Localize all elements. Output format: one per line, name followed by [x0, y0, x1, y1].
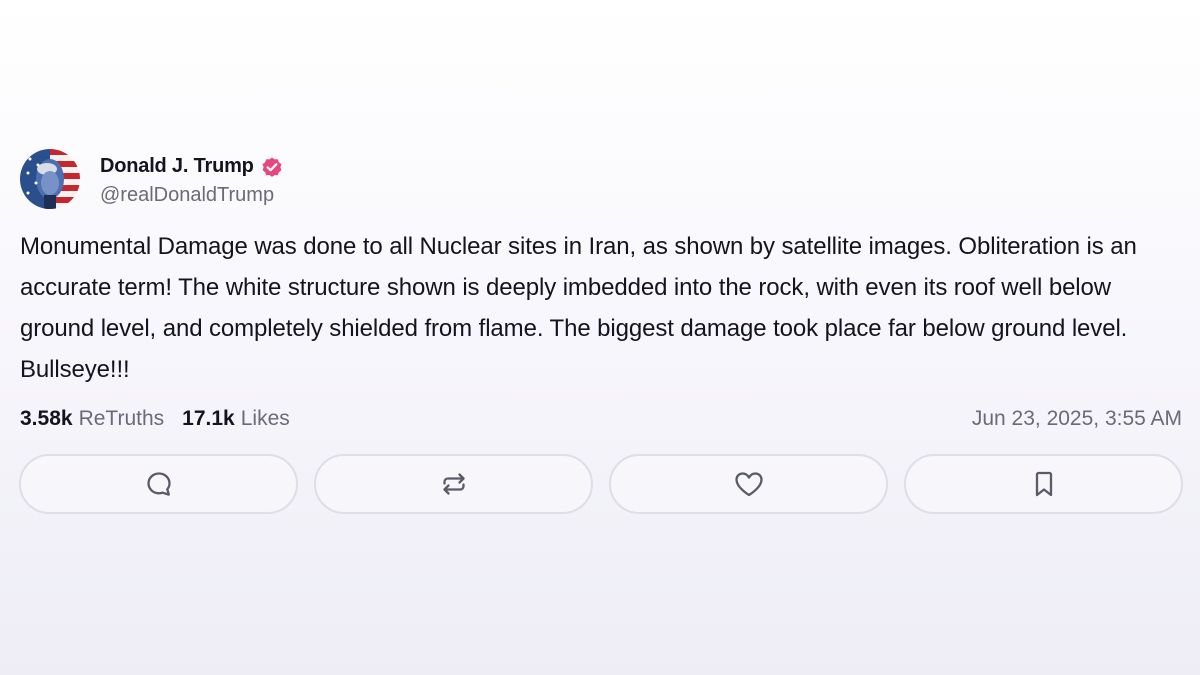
- likes-stat[interactable]: 17.1k Likes: [182, 407, 290, 431]
- repost-icon: [442, 473, 465, 495]
- name-row: Donald J. Trump: [100, 152, 284, 182]
- avatar-image: [20, 149, 80, 209]
- reply-button[interactable]: [19, 454, 298, 514]
- post-header: Donald J. Trump @realDonaldTrump: [20, 148, 1182, 210]
- avatar[interactable]: [20, 149, 80, 209]
- verified-badge-icon: [260, 155, 284, 179]
- author-info: Donald J. Trump @realDonaldTrump: [100, 152, 284, 207]
- heart-icon: [734, 472, 763, 497]
- retruth-button[interactable]: [314, 454, 593, 514]
- post-card: Donald J. Trump @realDonaldTrump Monumen…: [20, 148, 1182, 434]
- engagement-stats: 3.58k ReTruths 17.1k Likes: [20, 407, 308, 431]
- post-timestamp[interactable]: Jun 23, 2025, 3:55 AM: [972, 407, 1182, 431]
- retruths-label: ReTruths: [78, 407, 165, 430]
- bookmark-button[interactable]: [904, 454, 1183, 514]
- like-button[interactable]: [609, 454, 888, 514]
- post-body: Monumental Damage was done to all Nuclea…: [20, 233, 1137, 383]
- retruths-count: 3.58k: [20, 407, 73, 430]
- likes-count: 17.1k: [182, 407, 235, 430]
- action-bar: [19, 454, 1183, 514]
- author-display-name[interactable]: Donald J. Trump: [100, 155, 254, 178]
- bookmark-icon: [1035, 471, 1052, 497]
- likes-label: Likes: [240, 407, 290, 430]
- post-stats: 3.58k ReTruths 17.1k Likes Jun 23, 2025,…: [20, 404, 1182, 434]
- comment-icon: [146, 472, 171, 496]
- retruths-stat[interactable]: 3.58k ReTruths: [20, 407, 164, 431]
- author-handle[interactable]: @realDonaldTrump: [100, 184, 284, 207]
